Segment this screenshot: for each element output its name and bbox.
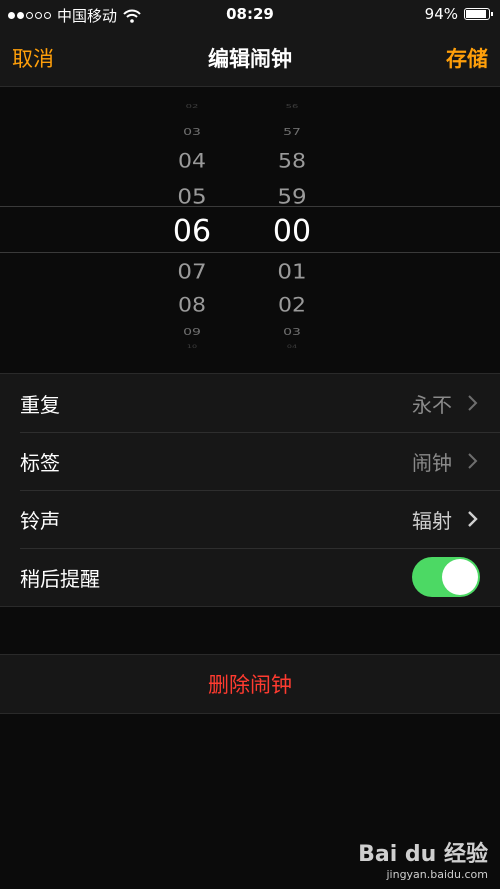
sound-label: 铃声 [20,508,60,533]
repeat-label: 重复 [20,392,60,417]
chevron-right-icon [468,511,478,527]
picker-option[interactable]: 01 [252,260,332,283]
picker-option[interactable]: 04 [252,344,332,349]
battery-percent: 94% [424,5,458,23]
picker-option[interactable]: 58 [252,150,332,173]
tag-value: 闹钟 [412,450,452,475]
picker-option[interactable]: 08 [152,294,232,317]
battery-icon [464,8,493,20]
picker-selection-bottom-line [0,252,500,253]
picker-option[interactable]: 00 [252,214,332,249]
chevron-right-icon [468,453,478,469]
picker-option[interactable]: 03 [252,326,332,337]
picker-option[interactable]: 05 [152,185,232,208]
picker-option[interactable]: 10 [152,344,232,349]
tag-label: 标签 [20,450,60,475]
battery-fill [466,10,486,18]
picker-option[interactable]: 09 [152,326,232,337]
alarm-settings-list: 重复 永不 标签 闹钟 铃声 辐射 稍后提醒 [0,373,500,607]
save-button[interactable]: 存储 [446,43,488,73]
snooze-toggle[interactable] [412,557,480,597]
picker-option[interactable]: 02 [152,104,232,110]
toggle-knob [442,559,478,595]
baidu-watermark: Bai du 经验 jingyan.baidu.com [358,836,488,881]
sound-row[interactable]: 铃声 辐射 [0,490,500,548]
picker-option[interactable]: 59 [252,185,332,208]
page-title: 编辑闹钟 [208,47,292,71]
watermark-url: jingyan.baidu.com [386,868,488,881]
delete-alarm-button[interactable]: 删除闹钟 [0,654,500,714]
time-picker[interactable]: 02 03 04 05 06 07 08 09 10 56 57 58 59 00 01 02 03 04 [0,87,500,373]
status-right: 94% [424,5,493,23]
picker-selection-top-line [0,206,500,207]
picker-option[interactable]: 03 [152,126,232,137]
picker-option[interactable]: 57 [252,126,332,137]
snooze-row: 稍后提醒 [0,548,500,606]
repeat-row[interactable]: 重复 永不 [0,374,500,432]
repeat-value: 永不 [412,392,452,417]
snooze-label: 稍后提醒 [20,566,100,591]
picker-option[interactable]: 56 [252,104,332,110]
status-bar: 中国移动 08:29 94% [0,0,500,28]
nav-bar: 取消 编辑闹钟 存储 [0,28,500,87]
picker-option[interactable]: 06 [152,214,232,249]
picker-option[interactable]: 07 [152,260,232,283]
chevron-right-icon [468,395,478,411]
picker-option[interactable]: 04 [152,150,232,173]
label-row[interactable]: 标签 闹钟 [0,432,500,490]
picker-option[interactable]: 02 [252,294,332,317]
watermark-logo: Bai du 经验 [358,842,488,867]
sound-value: 辐射 [412,508,452,533]
